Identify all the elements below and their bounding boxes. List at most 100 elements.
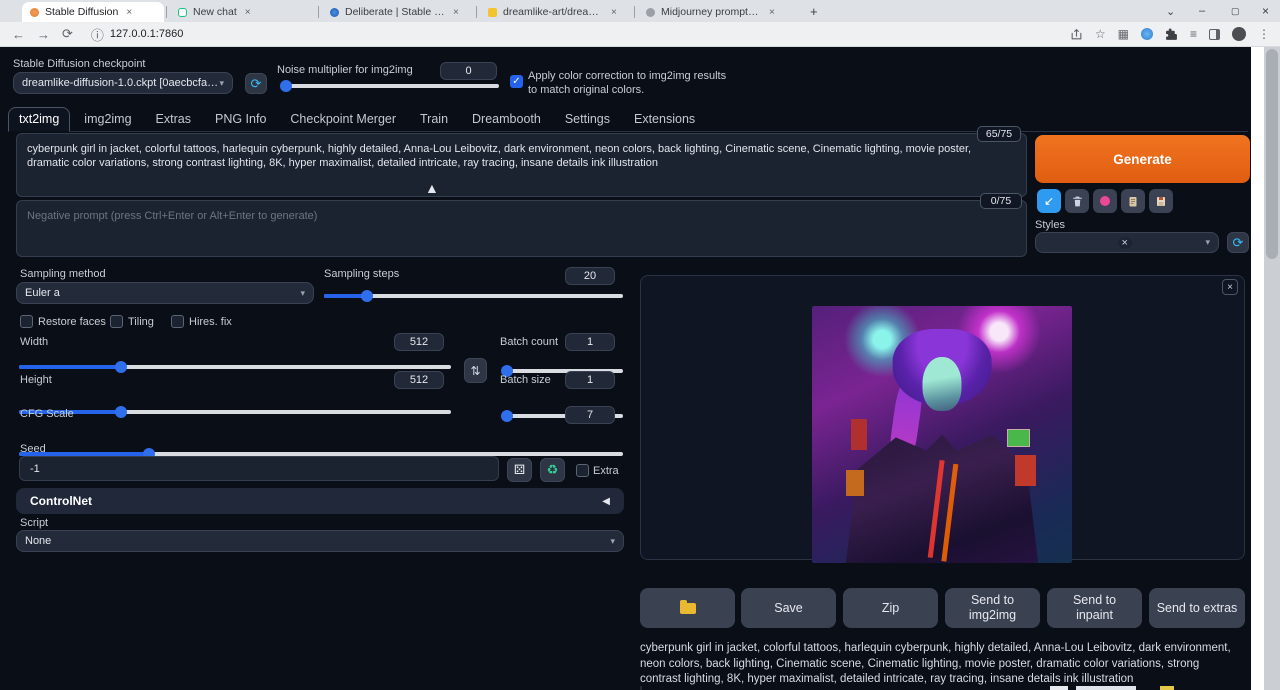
tab-img2img[interactable]: img2img [74, 108, 141, 131]
open-folder-button[interactable] [640, 588, 735, 628]
width-slider[interactable] [19, 365, 451, 369]
new-tab-button[interactable]: + [810, 0, 818, 22]
swap-dimensions-button[interactable]: ⇅ [464, 358, 487, 383]
browser-tab-deliberate[interactable]: Deliberate | Stable Diffusion Che × [322, 2, 474, 22]
sampling-method-select[interactable]: Euler a ▾ [16, 282, 314, 304]
height-slider[interactable] [19, 410, 451, 414]
sampling-steps-value[interactable]: 20 [565, 267, 615, 285]
share-icon[interactable] [1070, 28, 1083, 41]
profile-avatar[interactable] [1232, 27, 1246, 41]
chevron-down-icon: ▾ [1205, 237, 1210, 248]
send-to-inpaint-button[interactable]: Send to inpaint [1047, 588, 1142, 628]
tab-checkpoint-merger[interactable]: Checkpoint Merger [280, 108, 406, 131]
clear-prompt-button[interactable] [1065, 189, 1089, 213]
checkpoint-value: dreamlike-diffusion-1.0.ckpt [0aecbcfa2c… [22, 77, 219, 89]
save-button[interactable]: Save [741, 588, 836, 628]
chevron-down-icon: ⌄ [1166, 5, 1175, 18]
reuse-seed-button[interactable]: ♻ [540, 458, 565, 482]
tab-settings[interactable]: Settings [555, 108, 620, 131]
tab-txt2img[interactable]: txt2img [8, 107, 70, 132]
color-correction-checkbox[interactable]: ✓ [510, 75, 523, 88]
zip-button[interactable]: Zip [843, 588, 938, 628]
browser-tab-midjourney[interactable]: Midjourney prompt examples : L × [638, 2, 798, 22]
scrollbar-thumb[interactable] [1266, 49, 1278, 259]
send-to-extras-button[interactable]: Send to extras [1149, 588, 1245, 628]
url-text[interactable]: 127.0.0.1:7860 [110, 28, 183, 40]
patch [1015, 455, 1036, 486]
scrollbar[interactable] [1264, 47, 1280, 690]
back-icon[interactable]: ← [12, 27, 25, 42]
tab-train[interactable]: Train [410, 108, 458, 131]
forward-icon[interactable]: → [37, 27, 50, 42]
checkpoint-select[interactable]: dreamlike-diffusion-1.0.ckpt [0aecbcfa2c… [13, 72, 233, 94]
reading-list-icon[interactable]: ≡ [1190, 27, 1197, 41]
window-close-button[interactable]: × [1262, 0, 1269, 22]
seed-input[interactable] [19, 456, 499, 481]
save-style-button[interactable] [1149, 189, 1173, 213]
tab-divider [476, 6, 477, 18]
chevron-down-icon: ▾ [610, 536, 615, 547]
send-to-img2img-button[interactable]: Send to img2img [945, 588, 1040, 628]
palette-icon [1100, 196, 1110, 206]
prompt-token-counter: 65/75 [977, 126, 1021, 142]
noise-multiplier-slider[interactable] [281, 84, 499, 88]
tiling-checkbox[interactable] [110, 315, 123, 328]
sampling-steps-slider[interactable] [324, 294, 623, 298]
noise-multiplier-value[interactable]: 0 [440, 62, 497, 80]
window-maximize-button[interactable]: ▢ [1231, 0, 1240, 22]
tab-close-icon[interactable]: × [611, 7, 617, 18]
extra-seed-checkbox[interactable] [576, 464, 589, 477]
read-parameters-button[interactable]: ↙ [1037, 189, 1061, 213]
window-minimize-button[interactable]: – [1199, 0, 1205, 22]
gallery-close-button[interactable]: × [1222, 279, 1238, 295]
batch-count-value[interactable]: 1 [565, 333, 615, 351]
apply-style-button[interactable] [1121, 189, 1145, 213]
sampling-steps-label: Sampling steps [324, 268, 399, 280]
cfg-scale-value[interactable]: 7 [565, 406, 615, 424]
tab-close-icon[interactable]: × [126, 7, 132, 18]
script-select[interactable]: None ▾ [16, 530, 624, 552]
extension-blue-icon[interactable] [1141, 28, 1153, 40]
generated-image[interactable] [812, 306, 1072, 563]
hires-fix-checkbox[interactable] [171, 315, 184, 328]
check-icon: ✓ [512, 76, 520, 87]
tab-dreambooth[interactable]: Dreambooth [462, 108, 551, 131]
batch-count-label: Batch count [500, 336, 558, 348]
browser-tab-new-chat[interactable]: New chat × [170, 2, 314, 22]
bookmark-star-icon[interactable]: ☆ [1095, 27, 1106, 41]
tab-close-icon[interactable]: × [769, 7, 775, 18]
browser-menu-icon[interactable]: ⋮ [1258, 27, 1270, 41]
browser-tab-stable-diffusion[interactable]: Stable Diffusion × [22, 2, 164, 22]
folder-icon [680, 603, 696, 614]
chevron-down-icon: ▾ [219, 78, 224, 89]
clear-styles-icon[interactable]: × [1118, 237, 1132, 249]
random-seed-button[interactable]: ⚄ [507, 458, 532, 482]
restore-faces-checkbox[interactable] [20, 315, 33, 328]
tab-extras[interactable]: Extras [146, 108, 201, 131]
browser-tab-dreamlike[interactable]: dreamlike-art/dreamlike-diffusio × [480, 2, 632, 22]
batch-size-value[interactable]: 1 [565, 371, 615, 389]
negative-prompt-input[interactable] [16, 200, 1027, 257]
styles-refresh-button[interactable]: ⟳ [1227, 232, 1249, 253]
tab-png-info[interactable]: PNG Info [205, 108, 276, 131]
extra-networks-button[interactable] [1093, 189, 1117, 213]
tab-close-icon[interactable]: × [245, 7, 251, 18]
side-panel-icon[interactable] [1209, 29, 1220, 40]
seed-label: Seed [20, 443, 46, 455]
refresh-icon: ⟳ [1233, 235, 1244, 251]
puzzle-icon[interactable] [1165, 28, 1178, 41]
styles-select[interactable]: × ▾ [1035, 232, 1219, 253]
controlnet-accordion[interactable]: ControlNet ◀ [16, 488, 624, 514]
window-menu-button[interactable]: ⌄ [1166, 0, 1175, 22]
checkpoint-refresh-button[interactable]: ⟳ [245, 73, 267, 94]
tab-close-icon[interactable]: × [453, 7, 459, 18]
height-value[interactable]: 512 [394, 371, 444, 389]
prompt-input[interactable]: cyberpunk girl in jacket, colorful tatto… [16, 133, 1027, 197]
extension-grid-icon[interactable]: ▦ [1118, 27, 1129, 41]
generate-button[interactable]: Generate [1035, 135, 1250, 183]
width-value[interactable]: 512 [394, 333, 444, 351]
tab-extensions[interactable]: Extensions [624, 108, 705, 131]
reload-icon[interactable]: ⟳ [62, 26, 73, 42]
script-label: Script [20, 517, 48, 529]
site-info-icon[interactable]: ⓘ [91, 25, 104, 44]
